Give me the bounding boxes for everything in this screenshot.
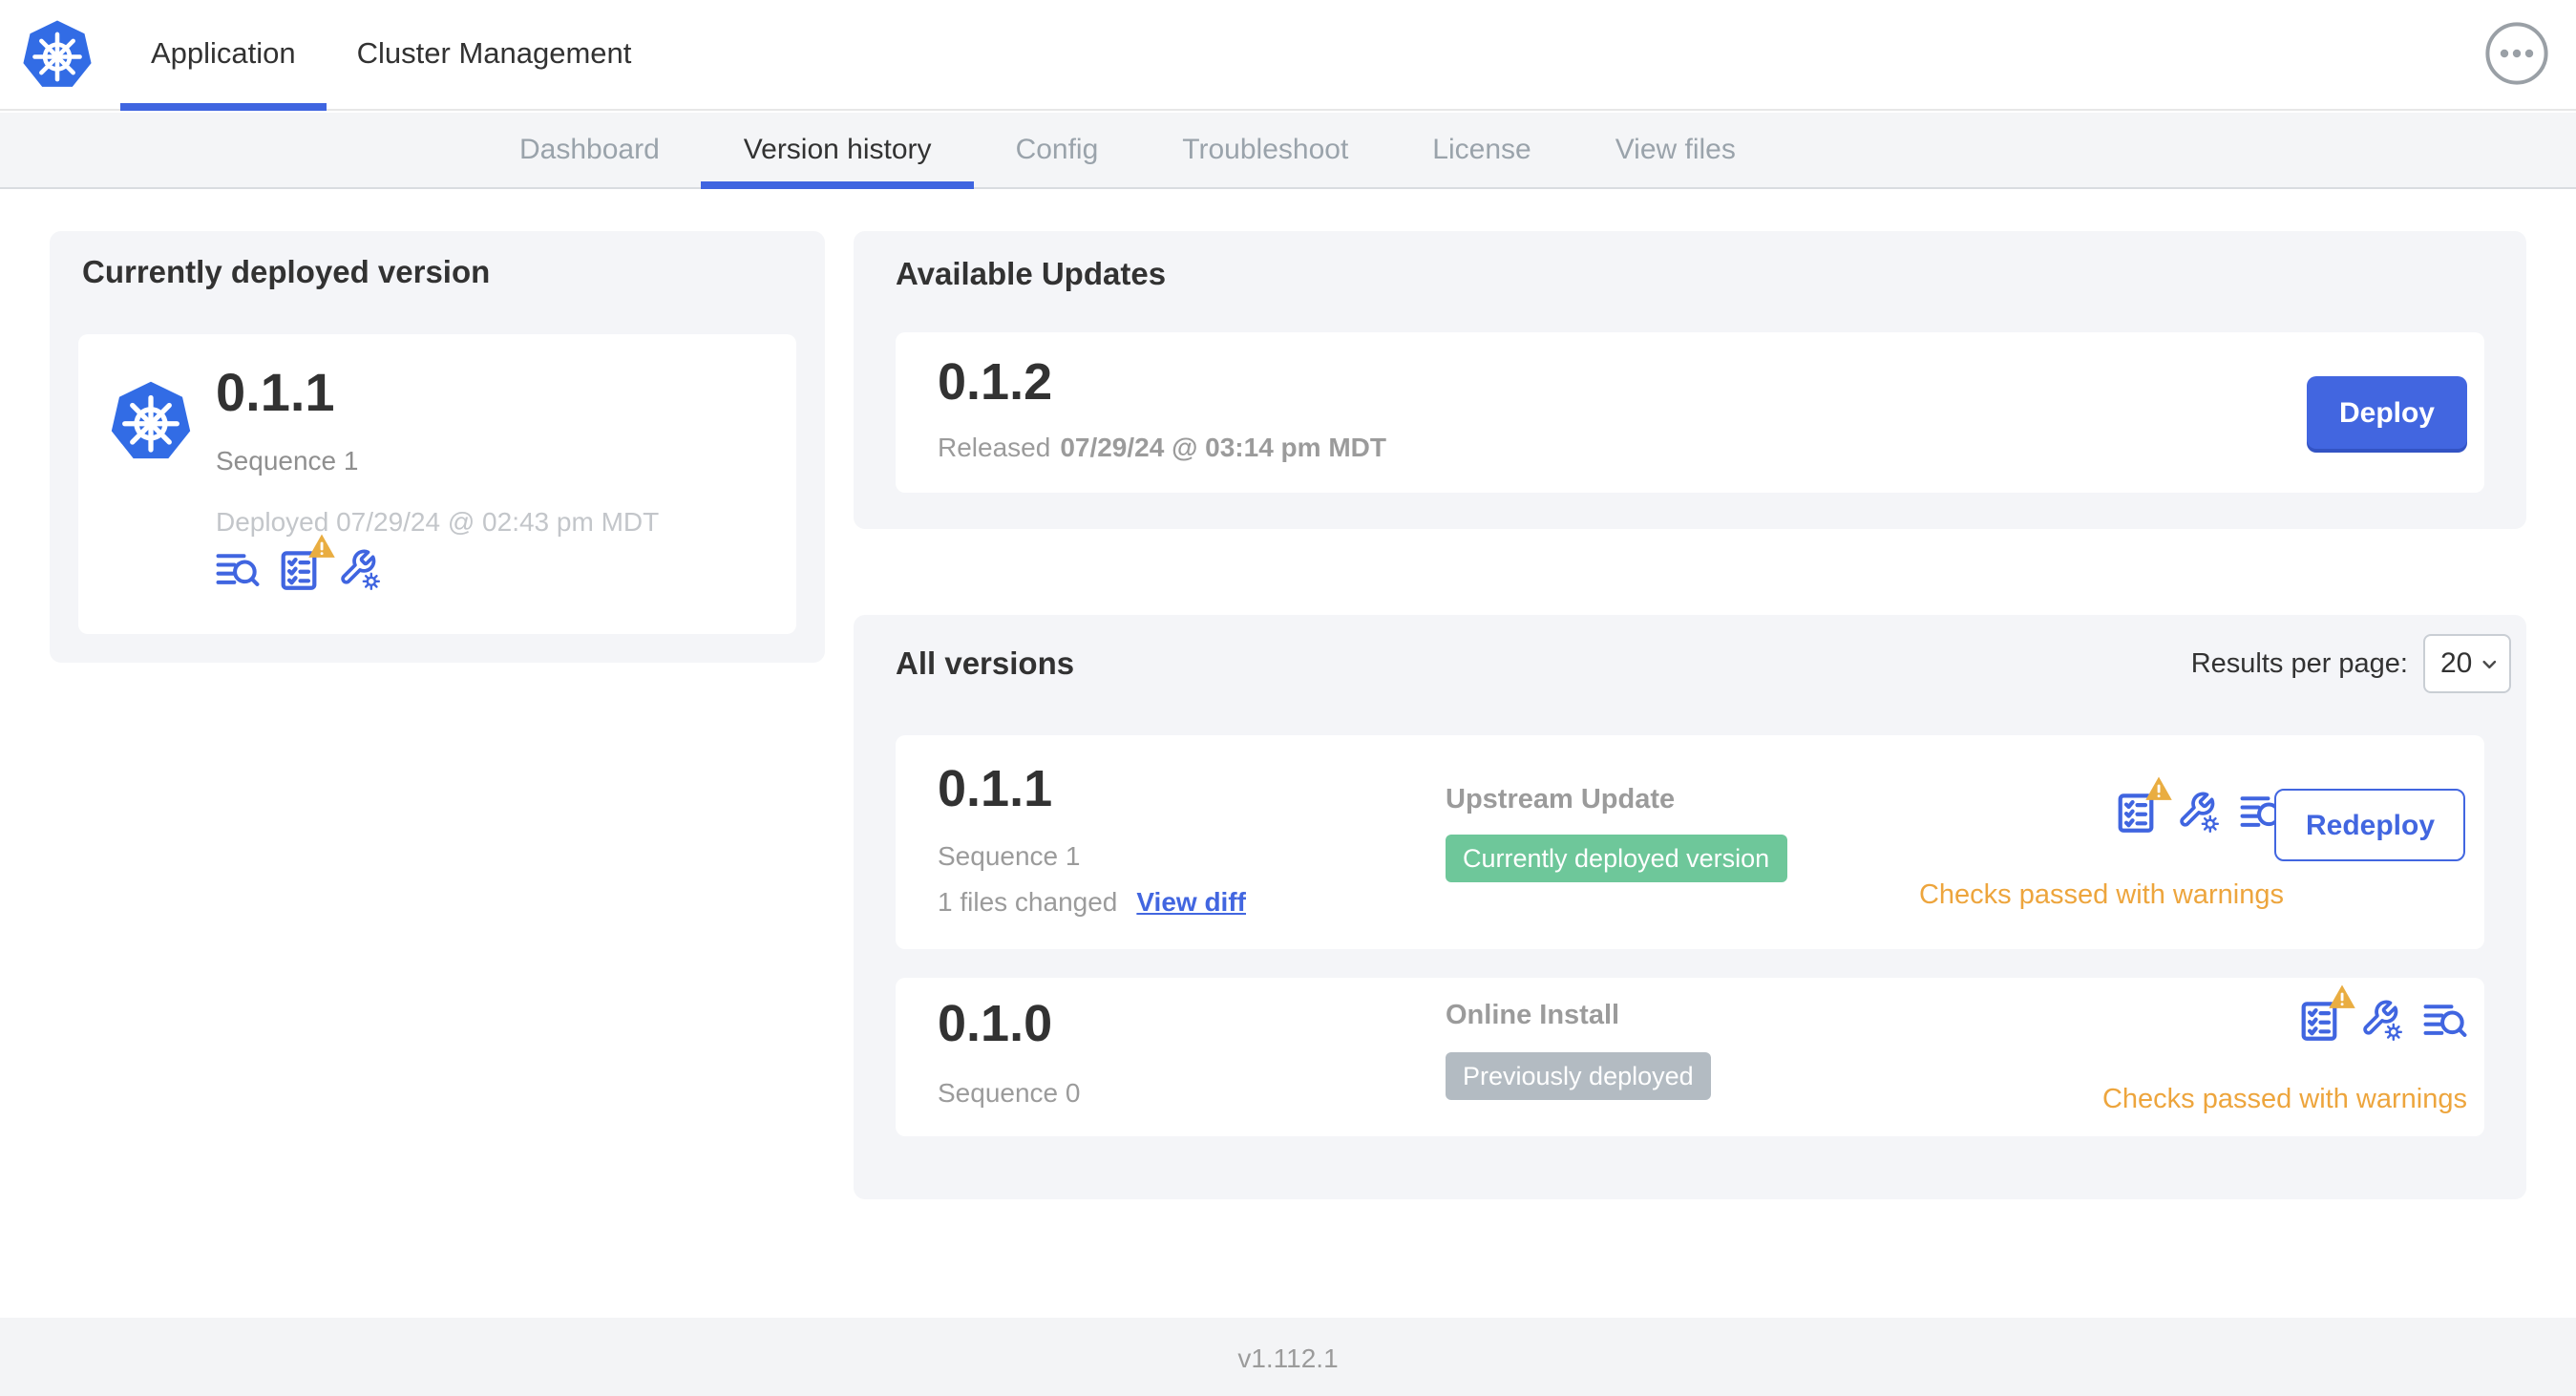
- currently-deployed-title: Currently deployed version: [82, 256, 491, 290]
- overflow-menu-icon[interactable]: [2484, 21, 2549, 86]
- preflight-checks-icon[interactable]: [2297, 984, 2355, 1043]
- chevron-down-icon: [2481, 659, 2496, 668]
- results-per-page-label: Results per page:: [2190, 648, 2408, 679]
- tab-cluster-management[interactable]: Cluster Management: [327, 0, 663, 109]
- all-versions-panel: All versions Results per page: 20 0.1.1 …: [854, 615, 2526, 1199]
- tab-dashboard[interactable]: Dashboard: [477, 113, 702, 187]
- deploy-button[interactable]: Deploy: [2306, 376, 2467, 449]
- current-deployed-timestamp: Deployed 07/29/24 @ 02:43 pm MDT: [216, 506, 660, 537]
- all-versions-title: All versions: [896, 647, 1075, 682]
- current-version-number: 0.1.1: [216, 363, 335, 422]
- row-action-icons: [2297, 984, 2467, 1043]
- update-version-number: 0.1.2: [938, 353, 1053, 411]
- kubernetes-logo-icon: [21, 15, 94, 95]
- row-source: Online Install: [1446, 1001, 1620, 1031]
- tab-application[interactable]: Application: [120, 0, 327, 111]
- previously-deployed-badge: Previously deployed: [1446, 1052, 1711, 1100]
- tab-cluster-management-label: Cluster Management: [356, 37, 632, 70]
- row-sequence: Sequence 1: [938, 840, 1081, 871]
- tab-dashboard-label: Dashboard: [519, 134, 660, 166]
- preflight-status-text[interactable]: Checks passed with warnings: [1919, 880, 2284, 911]
- tab-version-history-label: Version history: [743, 134, 932, 166]
- config-icon[interactable]: [338, 548, 382, 592]
- available-updates-title: Available Updates: [896, 258, 1167, 292]
- app-subnav: Dashboard Version history Config Trouble…: [0, 113, 2576, 189]
- tab-license[interactable]: License: [1390, 113, 1573, 187]
- warning-triangle-icon: [2144, 775, 2173, 802]
- currently-deployed-card: 0.1.1 Sequence 1 Deployed 07/29/24 @ 02:…: [78, 334, 796, 634]
- preflight-checks-icon[interactable]: [2114, 776, 2172, 835]
- files-changed-label: 1 files changed: [938, 886, 1118, 917]
- logs-icon[interactable]: [2423, 999, 2467, 1043]
- tab-troubleshoot-label: Troubleshoot: [1182, 134, 1349, 166]
- row-version-number: 0.1.0: [938, 995, 1053, 1052]
- results-per-page-value: 20: [2440, 647, 2473, 680]
- released-label: Released: [938, 432, 1051, 462]
- currently-deployed-badge: Currently deployed version: [1446, 835, 1787, 882]
- warning-triangle-icon: [307, 533, 336, 560]
- config-icon[interactable]: [2177, 791, 2221, 835]
- console-footer: v1.112.1: [0, 1318, 2576, 1396]
- available-updates-panel: Available Updates 0.1.2 Released 07/29/24…: [854, 231, 2526, 529]
- results-per-page: Results per page: 20: [2191, 634, 2511, 693]
- app-header: Application Cluster Management: [0, 0, 2576, 111]
- preflight-checks-icon[interactable]: [277, 534, 335, 592]
- tab-config[interactable]: Config: [974, 113, 1141, 187]
- logs-icon[interactable]: [216, 548, 260, 592]
- current-sequence: Sequence 1: [216, 445, 359, 476]
- warning-triangle-icon: [2328, 984, 2356, 1010]
- console-version: v1.112.1: [1237, 1342, 1339, 1372]
- current-version-actions: [216, 534, 382, 592]
- released-date: 07/29/24 @ 03:14 pm MDT: [1060, 432, 1386, 462]
- config-icon[interactable]: [2360, 999, 2404, 1043]
- kubernetes-app-icon: [109, 376, 193, 468]
- tab-application-label: Application: [151, 37, 296, 70]
- tab-config-label: Config: [1015, 134, 1099, 166]
- tab-license-label: License: [1432, 134, 1531, 166]
- header-tabs: Application Cluster Management: [120, 0, 663, 111]
- tab-view-files[interactable]: View files: [1573, 113, 1778, 187]
- row-version-number: 0.1.1: [938, 760, 1053, 817]
- view-diff-link[interactable]: View diff: [1136, 886, 1246, 917]
- redeploy-button[interactable]: Redeploy: [2274, 789, 2465, 861]
- results-per-page-select[interactable]: 20: [2423, 634, 2511, 693]
- tab-view-files-label: View files: [1615, 134, 1736, 166]
- row-sequence: Sequence 0: [938, 1077, 1081, 1108]
- currently-deployed-panel: Currently deployed version 0.1.1 Sequenc…: [50, 231, 825, 663]
- version-row-0-1-1: 0.1.1 Sequence 1 1 files changed View di…: [896, 735, 2484, 949]
- update-released-line: Released 07/29/24 @ 03:14 pm MDT: [938, 432, 1386, 462]
- row-files-changed: 1 files changed View diff: [938, 886, 1246, 917]
- available-update-row: 0.1.2 Released 07/29/24 @ 03:14 pm MDT De…: [896, 332, 2484, 493]
- tab-version-history[interactable]: Version history: [701, 113, 975, 189]
- row-source: Upstream Update: [1446, 785, 1676, 815]
- row-action-icons: [2114, 776, 2284, 835]
- tab-troubleshoot[interactable]: Troubleshoot: [1140, 113, 1390, 187]
- preflight-status-text[interactable]: Checks passed with warnings: [2102, 1085, 2467, 1115]
- admin-console-page: Application Cluster Management Dashboard…: [0, 0, 2576, 1396]
- version-row-0-1-0: 0.1.0 Sequence 0 Online Install Previous…: [896, 978, 2484, 1136]
